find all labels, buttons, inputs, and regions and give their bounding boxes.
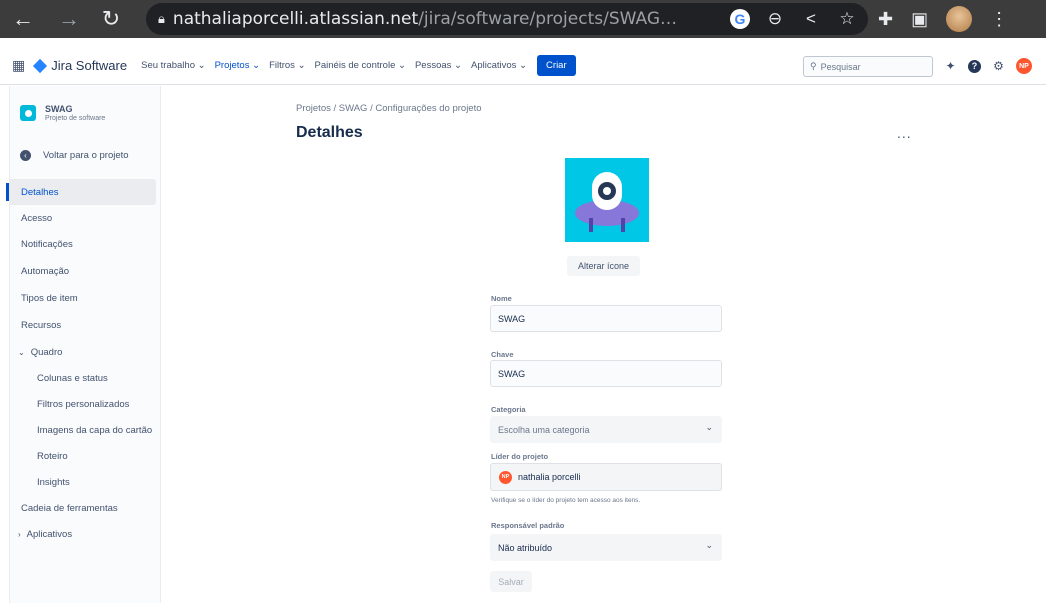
sidebar-project-header[interactable]: SWAG Projeto de software <box>20 104 105 122</box>
name-field[interactable]: SWAG <box>490 305 722 332</box>
chevron-down-icon: ⌄ <box>705 540 713 550</box>
lead-avatar: NP <box>499 470 512 484</box>
sidebar-item-notifications[interactable]: Notificações <box>10 231 156 257</box>
address-bar[interactable]: 🔒︎ nathaliaporcelli.atlassian.net/jira/s… <box>146 3 868 35</box>
back-to-project-link[interactable]: ‹ Voltar para o projeto <box>20 150 129 161</box>
nav-filters[interactable]: Filtros ⌄ <box>269 60 305 71</box>
forward-arrow-icon[interactable]: → <box>52 2 86 36</box>
create-button[interactable]: Criar <box>537 55 576 76</box>
category-select[interactable]: Escolha uma categoria ⌄ <box>490 416 722 443</box>
sidebar-item-features[interactable]: Recursos <box>10 312 156 338</box>
sidebar-item-insights[interactable]: Insights <box>10 469 156 495</box>
sidebar-item-automation[interactable]: Automação <box>10 258 156 284</box>
back-arrow-icon[interactable]: ← <box>6 2 40 36</box>
extensions-puzzle-icon[interactable]: ✚ <box>878 9 893 30</box>
sidebar-project-name: SWAG <box>45 104 73 114</box>
settings-gear-icon[interactable]: ⚙ <box>992 59 1005 73</box>
jira-top-nav: ▦ Jira Software Seu trabalho ⌄ Projetos … <box>0 47 1046 85</box>
browser-menu-icon[interactable]: ⋮ <box>990 9 1008 30</box>
bookmark-star-icon[interactable]: ☆ <box>836 9 858 29</box>
project-avatar-icon <box>20 105 36 121</box>
sidebar-item-apps[interactable]: › Aplicativos <box>10 521 156 547</box>
sidebar-item-roadmap[interactable]: Roteiro <box>10 443 156 469</box>
zoom-icon[interactable]: ⊖ <box>764 9 786 29</box>
project-sidebar: SWAG Projeto de software ‹ Voltar para o… <box>6 86 161 603</box>
more-actions-icon[interactable]: ... <box>897 125 912 141</box>
back-arrow-circle-icon: ‹ <box>20 150 31 161</box>
reload-icon[interactable]: ↻ <box>94 2 128 36</box>
jira-logo[interactable]: Jira Software <box>33 58 127 73</box>
default-assignee-select[interactable]: Não atribuído ⌄ <box>490 534 722 561</box>
key-label: Chave <box>491 350 514 359</box>
jira-diamond-icon <box>33 58 48 73</box>
lock-icon: 🔒︎ <box>158 11 165 26</box>
sidebar-item-columns[interactable]: Colunas e status <box>10 365 156 391</box>
side-panel-icon[interactable]: ▣ <box>911 9 928 30</box>
sidebar-item-card-covers[interactable]: Imagens da capa do cartão <box>10 417 156 443</box>
change-icon-button[interactable]: Alterar ícone <box>567 256 640 276</box>
share-icon[interactable]: < <box>800 9 822 29</box>
key-field[interactable]: SWAG <box>490 360 722 387</box>
user-avatar[interactable]: NP <box>1016 58 1032 74</box>
notifications-icon[interactable]: ✦ <box>944 59 957 73</box>
sidebar-project-type: Projeto de software <box>45 115 106 122</box>
help-icon[interactable]: ? <box>968 59 981 73</box>
chevron-down-icon: ⌄ <box>18 347 25 357</box>
page-left-edge <box>0 38 9 603</box>
name-label: Nome <box>491 294 512 303</box>
search-icon: ⚲ <box>810 61 817 71</box>
save-button[interactable]: Salvar <box>490 571 532 592</box>
browser-toolbar: ← → ↻ 🔒︎ nathaliaporcelli.atlassian.net/… <box>0 0 1046 38</box>
sidebar-item-details[interactable]: Detalhes <box>6 179 156 205</box>
page-title: Detalhes <box>296 124 363 141</box>
nav-dashboards[interactable]: Painéis de controle ⌄ <box>315 60 406 71</box>
browser-profile-avatar[interactable] <box>946 6 973 32</box>
sidebar-item-toolchain[interactable]: Cadeia de ferramentas <box>10 495 156 521</box>
nav-projects[interactable]: Projetos ⌄ <box>215 60 260 71</box>
search-input[interactable]: ⚲ Pesquisar <box>803 56 933 77</box>
sidebar-item-access[interactable]: Acesso <box>10 205 156 231</box>
url-text: nathaliaporcelli.atlassian.net/jira/soft… <box>172 9 677 29</box>
lead-help-text: Verifique se o líder do projeto tem aces… <box>491 497 641 504</box>
project-icon-image <box>565 158 649 242</box>
sidebar-item-quick-filters[interactable]: Filtros personalizados <box>10 391 156 417</box>
google-icon[interactable]: G <box>730 9 750 29</box>
nav-apps[interactable]: Aplicativos ⌄ <box>471 60 527 71</box>
project-lead-select[interactable]: NP nathalia porcelli <box>490 463 722 491</box>
breadcrumb[interactable]: Projetos / SWAG / Configurações do proje… <box>296 103 482 114</box>
sidebar-item-board[interactable]: ⌄ Quadro <box>10 339 156 365</box>
default-assignee-label: Responsável padrão <box>491 521 565 530</box>
app-switcher-icon[interactable]: ▦ <box>12 57 25 74</box>
robot-ufo-icon <box>575 172 639 232</box>
chevron-right-icon: › <box>18 529 21 539</box>
sidebar-item-issue-types[interactable]: Tipos de item <box>10 285 156 311</box>
category-label: Categoria <box>491 405 526 414</box>
nav-your-work[interactable]: Seu trabalho ⌄ <box>141 60 205 71</box>
chevron-down-icon: ⌄ <box>705 422 713 432</box>
nav-people[interactable]: Pessoas ⌄ <box>415 60 462 71</box>
project-lead-label: Líder do projeto <box>491 452 549 461</box>
